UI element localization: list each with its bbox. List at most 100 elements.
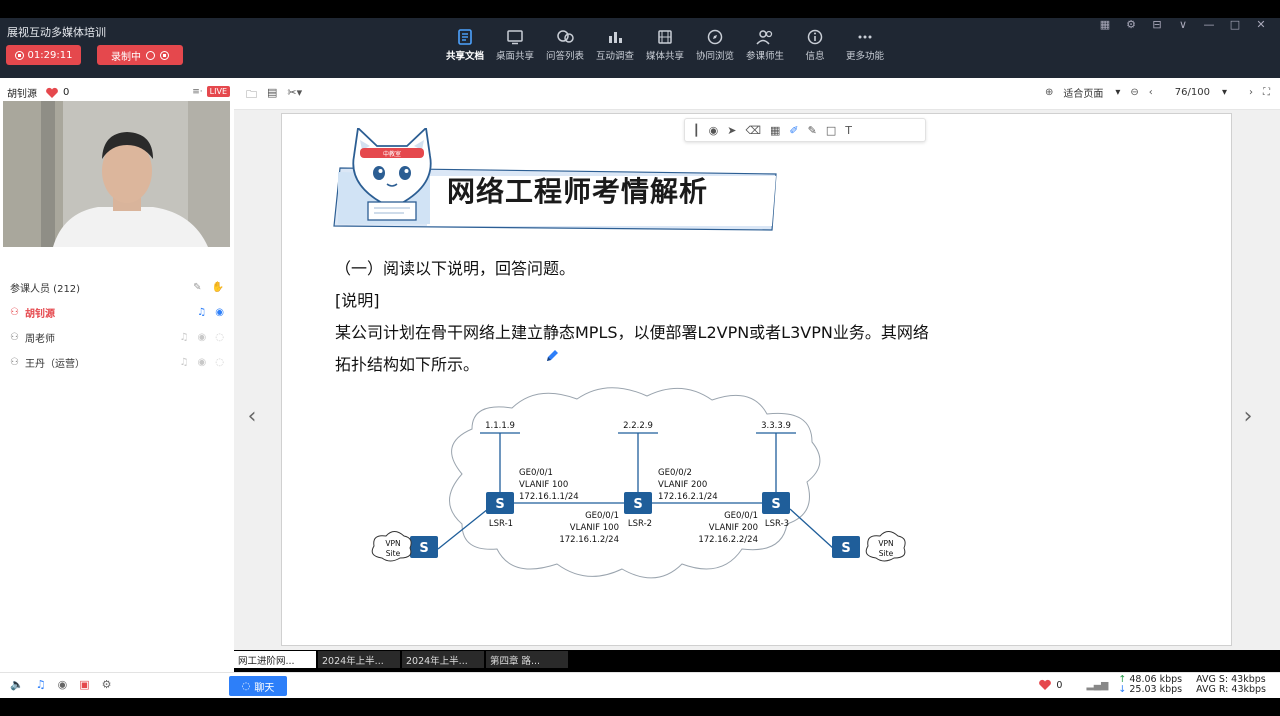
doc-tab[interactable]: 第四章 路... [486, 651, 568, 668]
interface-label: VLANIF 200 [709, 523, 758, 533]
tab-label: 2024年上半... [406, 655, 468, 667]
tool-label: 信息 [805, 51, 825, 62]
tool-more[interactable]: 更多功能 [840, 26, 890, 62]
settings-icon[interactable]: ⚙ [1124, 18, 1138, 31]
interface-label: 172.16.1.2/24 [559, 535, 619, 545]
vpn-site-label: Site [879, 549, 894, 558]
zoom-out-icon[interactable]: ⊖ [1130, 87, 1138, 98]
collapse-icon[interactable]: ∨ [1176, 18, 1190, 31]
tool-qa-list[interactable]: 问答列表 [540, 26, 590, 62]
loopback-label: 1.1.1.9 [485, 421, 515, 431]
top-toolbar: 展视互动多媒体培训 01:29:11 录制中 共享文档 桌面共享 问答列表 互动… [0, 18, 1280, 78]
avg-receive: AVG R: 43kbps [1196, 684, 1266, 695]
prev-page-icon[interactable]: ‹ [1149, 87, 1153, 98]
new-doc-icon[interactable]: ▤ [267, 86, 277, 105]
zoom-in-icon[interactable]: ⊕ [1045, 87, 1053, 98]
close-icon[interactable]: ✕ [1254, 18, 1268, 31]
tool-label: 互动调查 [595, 51, 634, 62]
next-slide-arrow[interactable]: › [1238, 400, 1258, 432]
footer-likes[interactable]: 0 [1038, 679, 1062, 691]
mute-all-icon[interactable]: ✎ [193, 282, 201, 293]
fullscreen-icon[interactable]: ⛶ [1263, 87, 1270, 98]
user-icon: ⚇ [10, 332, 19, 343]
participant-row[interactable]: ⚇ 王丹（运营） ♫ ◉ ◌ [0, 350, 234, 375]
lsr-switch: S [624, 492, 652, 514]
presenter-name: 胡钊源 [7, 89, 37, 100]
tool-co-browse[interactable]: 协同浏览 [690, 26, 740, 62]
presenter-header: 胡钊源 0 [7, 85, 69, 100]
camera-icon[interactable]: ◉ [198, 332, 207, 343]
interface-label: GE0/0/1 [724, 511, 758, 521]
tool-label: 更多功能 [845, 51, 884, 62]
interface-label: VLANIF 100 [570, 523, 619, 533]
layout-icon[interactable]: ▦ [1098, 18, 1112, 31]
mic-icon[interactable]: ♫ [180, 332, 189, 343]
camera-icon[interactable]: ◉ [215, 307, 224, 318]
vpn-site-label: Site [386, 549, 401, 558]
description-label: [说明] [335, 291, 380, 310]
rectangle-icon[interactable]: □ [826, 124, 836, 137]
chat-icon[interactable]: ◌ [215, 357, 224, 368]
doc-tab[interactable]: 2024年上半... [402, 651, 484, 668]
settings-icon[interactable]: ⚙ [102, 678, 112, 691]
chart-icon [606, 26, 624, 48]
tool-desktop-share[interactable]: 桌面共享 [490, 26, 540, 62]
tool-info[interactable]: 信息 [790, 26, 840, 62]
users-icon [755, 26, 775, 48]
monitor-icon [506, 26, 524, 48]
tool-media-share[interactable]: 媒体共享 [640, 26, 690, 62]
chat-icon[interactable]: ◌ [215, 332, 224, 343]
slide-title: 网络工程师考情解析 [447, 175, 709, 208]
text-icon[interactable]: T [845, 124, 852, 137]
lsr-switch: S [486, 492, 514, 514]
session-timer[interactable]: 01:29:11 [6, 45, 81, 65]
tab-label: 网工进阶网... [238, 655, 295, 667]
mic-icon[interactable]: ♫ [197, 307, 206, 318]
doc-tab[interactable]: 2024年上半... [318, 651, 400, 668]
open-folder-icon[interactable]: 🗀 [246, 86, 257, 105]
speaker-icon[interactable]: 🔈 [10, 678, 24, 691]
likes[interactable]: 0 [45, 87, 69, 99]
highlighter-icon[interactable]: ✐ [789, 124, 798, 137]
tool-survey[interactable]: 互动调查 [590, 26, 640, 62]
record-stop-icon [160, 50, 169, 60]
loopback-label: 2.2.2.9 [623, 421, 653, 431]
switch-glyph: S [495, 497, 504, 512]
microphone-icon[interactable]: ♫ [36, 678, 46, 691]
vpn-site-label: VPN [385, 539, 400, 548]
scissors-icon[interactable]: ✂▾ [287, 86, 302, 105]
maximize-icon[interactable]: □ [1228, 18, 1242, 31]
qa-icon [555, 26, 575, 48]
document-tabs: 网工进阶网... 2024年上半... 2024年上半... 第四章 路... [234, 650, 1280, 670]
interface-label: VLANIF 200 [658, 480, 707, 490]
zoom-select[interactable]: 适合页面 ▾ [1063, 85, 1120, 100]
next-page-icon[interactable]: › [1249, 87, 1253, 98]
page-select[interactable]: 76/100 ▾ [1163, 87, 1239, 98]
record-button[interactable]: 录制中 [97, 45, 183, 65]
participant-row[interactable]: ⚇ 胡钊源 ♫ ◉ [0, 300, 234, 325]
mic-icon[interactable]: ♫ [180, 357, 189, 368]
prev-slide-arrow[interactable]: ‹ [242, 400, 262, 432]
film-icon [656, 26, 674, 48]
chat-button[interactable]: ◌ 聊天 [229, 676, 287, 696]
doc-tab[interactable]: 网工进阶网... [234, 651, 316, 668]
description-line-2: 拓扑结构如下所示。 [335, 355, 480, 374]
pen-cursor-icon [547, 350, 558, 361]
camera-icon[interactable]: ◉ [58, 678, 68, 691]
raise-hand-icon[interactable]: ✋ [212, 282, 224, 293]
tool-shared-doc[interactable]: 共享文档 [440, 26, 490, 62]
record-icon[interactable]: ▣ [79, 678, 89, 691]
participant-name: 胡钊源 [24, 309, 55, 320]
presenter-video[interactable] [3, 101, 230, 247]
minimize-icon[interactable]: — [1202, 18, 1216, 31]
participant-row[interactable]: ⚇ 周老师 ♫ ◉ ◌ [0, 325, 234, 350]
presenter-icon: ⚇ [10, 307, 19, 318]
left-panel: 胡钊源 0 ≡· LIVE 参课人员 (212) ✎ ✋ ⚇ 胡钊源 ♫ ◉ ⚇… [0, 78, 234, 673]
pin-icon[interactable]: ⊟ [1150, 18, 1164, 31]
loopback-label: 3.3.3.9 [761, 421, 791, 431]
pen-icon[interactable]: ✎ [808, 124, 817, 137]
interface-label: GE0/0/2 [658, 468, 692, 478]
window-controls: ▦ ⚙ ⊟ ∨ — □ ✕ [1098, 18, 1268, 31]
tool-participants[interactable]: 参课师生 [740, 26, 790, 62]
camera-icon[interactable]: ◉ [198, 357, 207, 368]
